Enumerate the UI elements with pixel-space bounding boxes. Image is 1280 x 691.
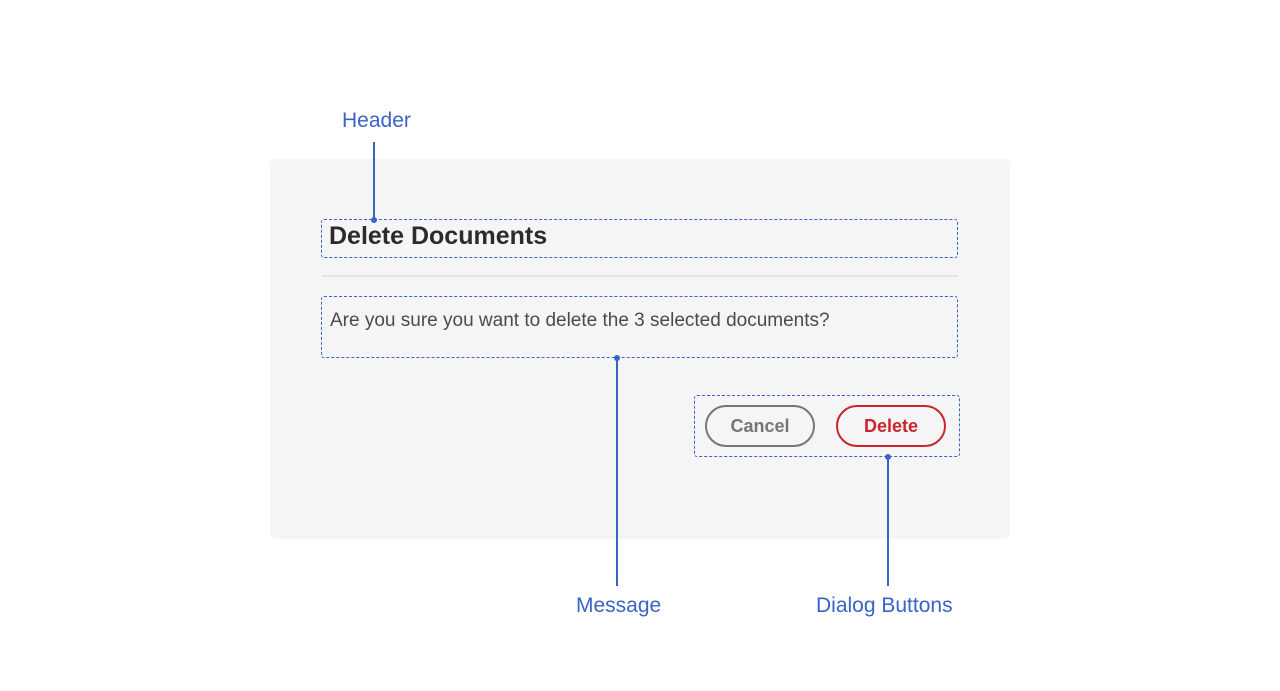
dialog-header: Delete Documents (329, 222, 547, 251)
leader-dot-header (371, 217, 377, 223)
leader-line-buttons (887, 457, 889, 586)
annotation-label-buttons: Dialog Buttons (816, 594, 953, 618)
cancel-button[interactable]: Cancel (705, 405, 815, 447)
annotation-label-message: Message (576, 594, 661, 618)
delete-button[interactable]: Delete (836, 405, 946, 447)
dialog-message: Are you sure you want to delete the 3 se… (330, 310, 830, 332)
diagram-canvas: Delete Documents Are you sure you want t… (0, 0, 1280, 691)
dialog-divider (322, 275, 958, 277)
annotation-label-header: Header (342, 109, 411, 133)
leader-line-message (616, 358, 618, 586)
leader-dot-message (614, 355, 620, 361)
cancel-button-label: Cancel (730, 416, 789, 437)
delete-button-label: Delete (864, 416, 918, 437)
leader-dot-buttons (885, 454, 891, 460)
leader-line-header (373, 142, 375, 220)
